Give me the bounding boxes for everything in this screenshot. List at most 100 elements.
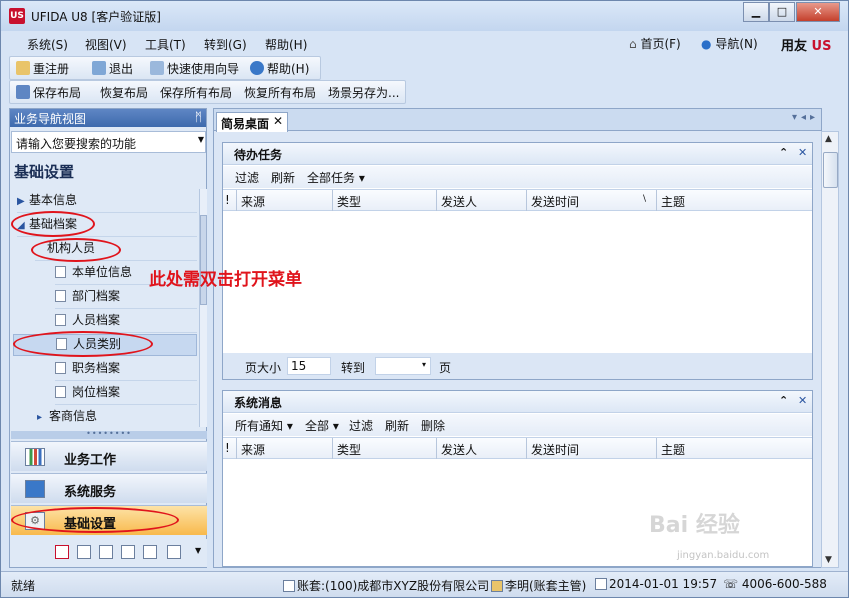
all-dropdown[interactable]: 全部 ▾ (305, 417, 339, 434)
brand-us-icon: US (811, 39, 832, 54)
system-messages-panel: 系统消息 ⌃ ✕ 所有通知 ▾ 全部 ▾ 过滤 刷新 删除 ! 来源 类型 发送… (222, 390, 813, 567)
tab-scroll-arrows[interactable]: ▾◂▸ (792, 112, 819, 123)
module-business-work[interactable]: 业务工作 (11, 441, 207, 471)
column-header[interactable]: 类型 (333, 190, 437, 211)
close-icon[interactable]: ✕ (798, 146, 807, 159)
module-shortcut-icon[interactable] (143, 545, 157, 559)
monitor-icon (25, 480, 45, 498)
column-header[interactable]: 发送时间 (527, 438, 657, 459)
content-scrollbar[interactable]: ▲ ▼ (821, 131, 839, 568)
todo-filter-button[interactable]: 过滤 (235, 169, 259, 186)
title-bar: US UFIDA U8 [客户验证版] ▁ □ ✕ (1, 1, 848, 31)
save-layout-button[interactable]: 保存布局 (16, 84, 81, 101)
close-icon[interactable]: ✕ (798, 394, 807, 407)
column-header[interactable]: 发送人 (437, 190, 527, 211)
pin-icon[interactable]: ᛗ (195, 110, 202, 124)
expand-arrow-icon[interactable]: ▶ (17, 196, 29, 207)
collapse-icon[interactable]: ⌃ (779, 394, 788, 407)
close-button[interactable]: ✕ (796, 2, 840, 22)
chevron-down-icon[interactable]: ▼ (195, 546, 201, 555)
status-user: 李明(账套主管) (491, 577, 586, 594)
column-header[interactable]: 主题 (657, 190, 812, 211)
module-shortcut-icon[interactable] (77, 545, 91, 559)
collapse-icon[interactable]: ⌃ (779, 146, 788, 159)
document-icon (55, 290, 66, 302)
expand-arrow-icon[interactable]: ▸ (37, 412, 49, 423)
tree-item-position-archive[interactable]: 职务档案 (55, 359, 197, 381)
save-all-layouts-button[interactable]: 保存所有布局 (160, 84, 232, 101)
messages-delete-button[interactable]: 删除 (421, 417, 445, 434)
column-header[interactable]: 发送人 (437, 438, 527, 459)
messages-filter-button[interactable]: 过滤 (349, 417, 373, 434)
scrollbar-thumb[interactable] (823, 152, 838, 188)
main-toolbar: 重注册 退出 快速使用向导 帮助(H) (9, 56, 321, 80)
tree-item-personnel-archive[interactable]: 人员档案 (55, 311, 197, 333)
restore-all-layouts-button[interactable]: 恢复所有布局 (244, 84, 316, 101)
status-phone: ☏ 4006-600-588 (723, 577, 827, 591)
tree-item-post-archive[interactable]: 岗位档案 (55, 383, 197, 405)
menu-system[interactable]: 系统(S) (27, 36, 68, 53)
nav-section-title: 基础设置 (14, 163, 75, 181)
ufida-logo-icon: US (9, 8, 25, 24)
exit-button[interactable]: 退出 (92, 60, 133, 77)
menu-goto[interactable]: 转到(G) (204, 36, 247, 53)
todo-refresh-button[interactable]: 刷新 (271, 169, 295, 186)
navigation-link[interactable]: ● 导航(N) (701, 35, 758, 52)
todo-panel: 待办任务 ⌃ ✕ 过滤 刷新 全部任务 ▾ ! 来源 类型 发送人 发送时间 \ … (222, 142, 813, 380)
module-shortcut-icon[interactable] (167, 545, 181, 559)
maximize-button[interactable]: □ (769, 2, 795, 22)
function-search-input[interactable]: 请输入您要搜索的功能 ▼ (11, 131, 206, 153)
tree-item-basic-info[interactable]: ▶ 基本信息 (17, 191, 197, 213)
goto-page-select[interactable]: ▾ (375, 357, 431, 375)
all-notifications-dropdown[interactable]: 所有通知 ▾ (235, 417, 293, 434)
tab-strip: 简易桌面 ✕ ▾◂▸ (214, 109, 821, 132)
menu-view[interactable]: 视图(V) (85, 36, 127, 53)
save-scene-button[interactable]: 场景另存为... (328, 84, 399, 101)
document-icon (55, 314, 66, 326)
menu-help[interactable]: 帮助(H) (265, 36, 307, 53)
nav-tree-scrollbar[interactable] (199, 189, 207, 427)
module-shortcut-icon[interactable] (55, 545, 69, 559)
column-header[interactable]: 类型 (333, 438, 437, 459)
document-icon (55, 266, 66, 278)
home-link[interactable]: ⌂ 首页(F) (629, 35, 681, 52)
annotation-oval (31, 238, 121, 262)
column-header[interactable]: ! (223, 190, 237, 211)
column-header[interactable]: ! (223, 438, 237, 459)
messages-refresh-button[interactable]: 刷新 (385, 417, 409, 434)
tab-close-icon[interactable]: ✕ (273, 114, 283, 128)
menu-tools[interactable]: 工具(T) (145, 36, 186, 53)
tab-simple-desktop[interactable]: 简易桌面 ✕ (216, 112, 288, 132)
page-size-input[interactable]: 15 (287, 357, 331, 375)
layout-toolbar: 保存布局 恢复布局 保存所有布局 恢复所有布局 场景另存为... (9, 80, 406, 104)
scroll-up-icon[interactable]: ▲ (825, 134, 832, 144)
annotation-oval (13, 331, 153, 357)
status-bar: 就绪 账套:(100)成都市XYZ股份有限公司 李明(账套主管) 2014-01… (1, 571, 848, 597)
quick-wizard-button[interactable]: 快速使用向导 (150, 60, 239, 77)
module-system-service[interactable]: 系统服务 (11, 473, 207, 503)
chevron-down-icon[interactable]: ▾ (422, 360, 426, 369)
tree-item-department-archive[interactable]: 部门档案 (55, 287, 197, 309)
scroll-down-icon[interactable]: ▼ (825, 555, 832, 565)
minimize-button[interactable]: ▁ (743, 2, 769, 22)
column-header[interactable]: 来源 (237, 190, 333, 211)
relogin-button[interactable]: 重注册 (16, 60, 69, 77)
tree-item-customer-supplier[interactable]: ▸ 客商信息 (37, 407, 197, 429)
annotation-text: 此处需双击打开菜单 (149, 270, 302, 290)
restore-layout-button[interactable]: 恢复布局 (100, 84, 148, 101)
chevron-down-icon[interactable]: ▼ (198, 135, 204, 144)
help-button[interactable]: 帮助(H) (250, 60, 309, 77)
pane-splitter[interactable]: •••••••• (11, 430, 207, 439)
nav-pane-header: 业务导航视图 ᛗ (10, 109, 206, 127)
scrollbar-thumb[interactable] (200, 215, 207, 305)
column-header[interactable]: 发送时间 \ (527, 190, 657, 211)
todo-all-tasks-dropdown[interactable]: 全部任务 ▾ (307, 169, 365, 186)
status-date: 2014-01-01 19:57 (595, 577, 717, 591)
module-shortcut-icon[interactable] (121, 545, 135, 559)
module-shortcut-icon[interactable] (99, 545, 113, 559)
column-header[interactable]: 主题 (657, 438, 812, 459)
save-icon (16, 85, 30, 99)
document-icon (55, 362, 66, 374)
column-header[interactable]: 来源 (237, 438, 333, 459)
messages-toolbar: 所有通知 ▾ 全部 ▾ 过滤 刷新 删除 (223, 414, 812, 436)
